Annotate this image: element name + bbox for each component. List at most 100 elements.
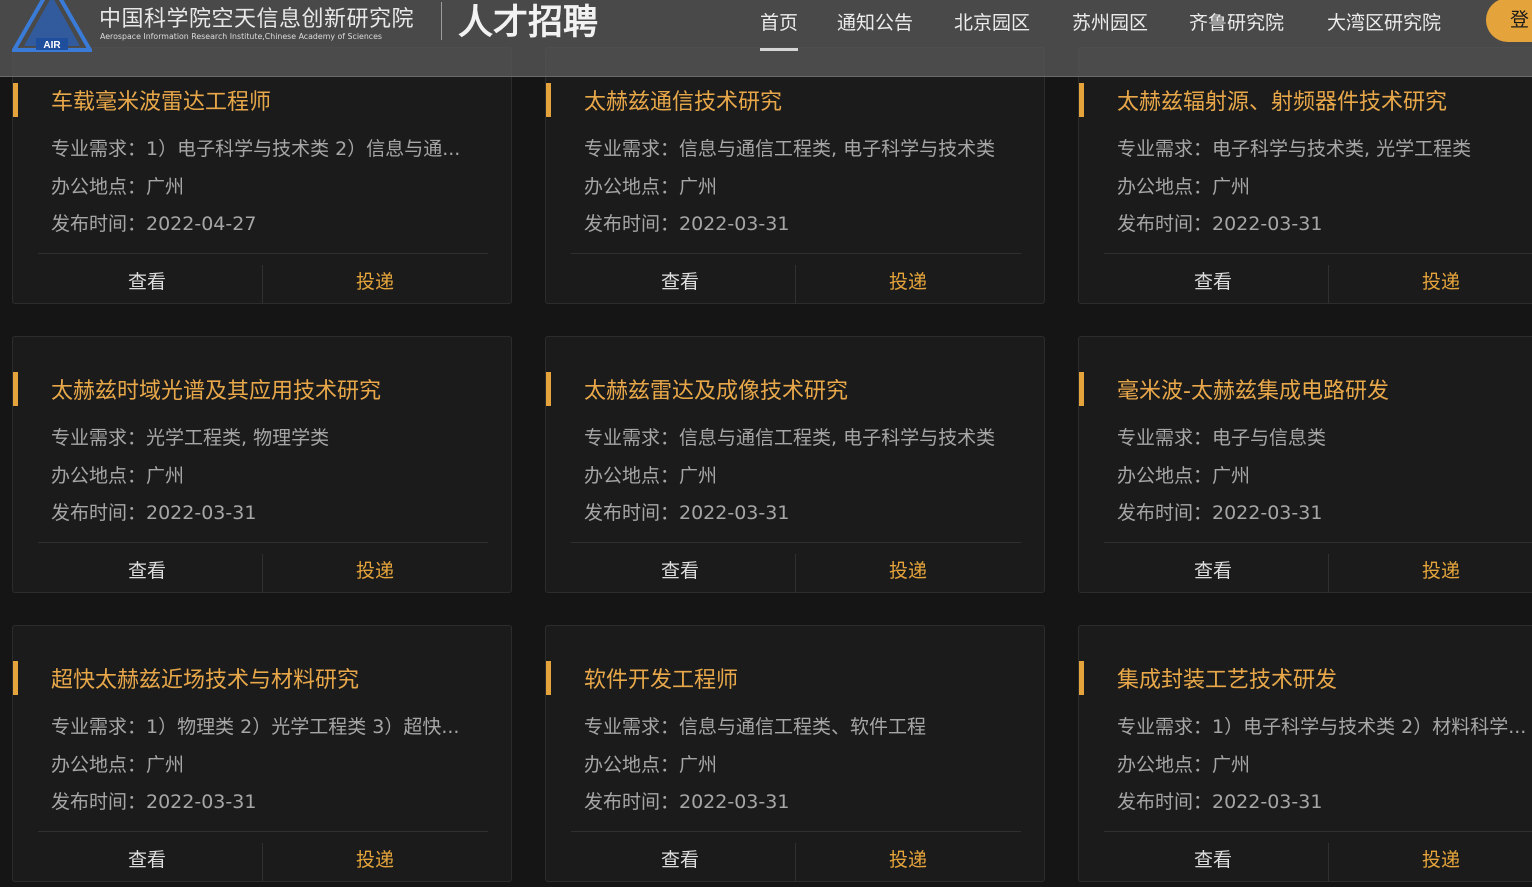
job-title[interactable]: 超快太赫兹近场技术与材料研究	[51, 662, 359, 694]
card-divider	[38, 253, 488, 254]
job-location: 办公地点：广州	[1117, 465, 1251, 487]
card-divider	[1104, 831, 1532, 832]
org-name-en: Aerospace Information Research Institute…	[100, 32, 383, 41]
job-title[interactable]: 车载毫米波雷达工程师	[51, 84, 271, 116]
job-card: 太赫兹雷达及成像技术研究专业需求：信息与通信工程类, 电子科学与技术类 办公地点：…	[545, 336, 1045, 593]
view-button[interactable]: 查看	[661, 267, 699, 294]
job-major: 专业需求：信息与通信工程类、软件工程	[584, 716, 927, 738]
card-divider	[571, 253, 1021, 254]
view-button[interactable]: 查看	[128, 267, 166, 294]
card-accent-bar	[13, 83, 18, 117]
apply-button[interactable]: 投递	[1422, 845, 1460, 872]
card-divider	[1104, 253, 1532, 254]
job-major: 专业需求：1）电子科学与技术类 2）材料科学...	[1117, 716, 1527, 738]
apply-button[interactable]: 投递	[889, 267, 927, 294]
job-major: 专业需求：1）物理类 2）光学工程类 3）超快...	[51, 716, 460, 738]
logo-text: AIR	[43, 40, 61, 51]
job-card: 超快太赫兹近场技术与材料研究专业需求：1）物理类 2）光学工程类 3）超快...…	[12, 625, 512, 882]
job-major: 专业需求：信息与通信工程类, 电子科学与技术类	[584, 138, 996, 160]
job-major: 专业需求：信息与通信工程类, 电子科学与技术类	[584, 427, 996, 449]
job-location: 办公地点：广州	[584, 465, 718, 487]
view-button[interactable]: 查看	[1194, 267, 1232, 294]
job-card: 太赫兹通信技术研究专业需求：信息与通信工程类, 电子科学与技术类 办公地点：广州发…	[545, 47, 1045, 304]
job-location: 办公地点：广州	[51, 176, 185, 198]
card-accent-bar	[13, 661, 18, 695]
card-accent-bar	[1079, 661, 1084, 695]
view-button[interactable]: 查看	[1194, 845, 1232, 872]
job-major: 专业需求：电子与信息类	[1117, 427, 1327, 449]
header-divider	[441, 2, 442, 40]
job-card: 车载毫米波雷达工程师专业需求：1）电子科学与技术类 2）信息与通... 办公地点：…	[12, 47, 512, 304]
card-accent-bar	[13, 372, 18, 406]
card-divider	[38, 542, 488, 543]
view-button[interactable]: 查看	[1194, 556, 1232, 583]
nav-qilu[interactable]: 齐鲁研究院	[1189, 8, 1284, 35]
nav-beijing[interactable]: 北京园区	[954, 8, 1030, 35]
job-date: 发布时间：2022-03-31	[584, 502, 790, 524]
card-button-divider	[1328, 554, 1329, 592]
apply-button[interactable]: 投递	[1422, 556, 1460, 583]
card-button-divider	[795, 265, 796, 303]
nav-greater-bay[interactable]: 大湾区研究院	[1327, 8, 1441, 35]
job-card: 毫米波-太赫兹集成电路研发专业需求：电子与信息类 办公地点：广州发布时间：2022…	[1078, 336, 1532, 593]
job-date: 发布时间：2022-03-31	[584, 213, 790, 235]
nav-home[interactable]: 首页	[760, 8, 799, 51]
card-button-divider	[1328, 265, 1329, 303]
card-divider	[571, 831, 1021, 832]
job-location: 办公地点：广州	[1117, 176, 1251, 198]
job-major: 专业需求：1）电子科学与技术类 2）信息与通...	[51, 138, 461, 160]
apply-button[interactable]: 投递	[356, 267, 394, 294]
page: AIR 中国科学院空天信息创新研究院 Aerospace Information…	[0, 0, 1532, 887]
job-card: 集成封装工艺技术研发专业需求：1）电子科学与技术类 2）材料科学... 办公地点：…	[1078, 625, 1532, 882]
job-date: 发布时间：2022-03-31	[1117, 213, 1323, 235]
job-title[interactable]: 太赫兹辐射源、射频器件技术研究	[1117, 84, 1447, 116]
job-title[interactable]: 集成封装工艺技术研发	[1117, 662, 1337, 694]
job-title[interactable]: 太赫兹雷达及成像技术研究	[584, 373, 848, 405]
card-button-divider	[1328, 843, 1329, 881]
card-button-divider	[795, 843, 796, 881]
card-accent-bar	[1079, 83, 1084, 117]
card-divider	[571, 542, 1021, 543]
job-title[interactable]: 太赫兹时域光谱及其应用技术研究	[51, 373, 381, 405]
job-date: 发布时间：2022-03-31	[584, 791, 790, 813]
apply-button[interactable]: 投递	[356, 845, 394, 872]
apply-button[interactable]: 投递	[1422, 267, 1460, 294]
view-button[interactable]: 查看	[128, 845, 166, 872]
apply-button[interactable]: 投递	[356, 556, 394, 583]
job-title[interactable]: 毫米波-太赫兹集成电路研发	[1117, 373, 1389, 405]
air-logo[interactable]: AIR	[10, 0, 94, 52]
card-accent-bar	[546, 372, 551, 406]
org-name-cn: 中国科学院空天信息创新研究院	[99, 7, 415, 32]
card-accent-bar	[546, 83, 551, 117]
job-location: 办公地点：广州	[51, 465, 185, 487]
card-button-divider	[262, 843, 263, 881]
card-accent-bar	[546, 661, 551, 695]
job-location: 办公地点：广州	[584, 754, 718, 776]
job-major: 专业需求：光学工程类, 物理学类	[51, 427, 330, 449]
job-card: 软件开发工程师专业需求：信息与通信工程类、软件工程 办公地点：广州发布时间：202…	[545, 625, 1045, 882]
job-title[interactable]: 太赫兹通信技术研究	[584, 84, 782, 116]
job-card: 太赫兹时域光谱及其应用技术研究 专业需求：光学工程类, 物理学类 办公地点：广州 发布…	[12, 336, 512, 593]
apply-button[interactable]: 投递	[889, 556, 927, 583]
recruit-title: 人才招聘	[458, 3, 599, 43]
job-location: 办公地点：广州	[51, 754, 185, 776]
card-button-divider	[795, 554, 796, 592]
card-button-divider	[262, 265, 263, 303]
job-date: 发布时间：2022-03-31	[1117, 502, 1323, 524]
apply-button[interactable]: 投递	[889, 845, 927, 872]
card-divider	[1104, 542, 1532, 543]
job-date: 发布时间：2022-04-27	[51, 213, 257, 235]
job-location: 办公地点：广州	[584, 176, 718, 198]
job-date: 发布时间：2022-03-31	[1117, 791, 1323, 813]
job-title[interactable]: 软件开发工程师	[584, 662, 738, 694]
view-button[interactable]: 查看	[661, 556, 699, 583]
top-header: AIR 中国科学院空天信息创新研究院 Aerospace Information…	[0, 0, 1532, 77]
card-accent-bar	[1079, 372, 1084, 406]
job-location: 办公地点：广州	[1117, 754, 1251, 776]
nav-suzhou[interactable]: 苏州园区	[1072, 8, 1148, 35]
job-date: 发布时间：2022-03-31	[51, 791, 257, 813]
view-button[interactable]: 查看	[661, 845, 699, 872]
login-button[interactable]: 登	[1486, 0, 1532, 42]
nav-notices[interactable]: 通知公告	[837, 8, 913, 35]
view-button[interactable]: 查看	[128, 556, 166, 583]
